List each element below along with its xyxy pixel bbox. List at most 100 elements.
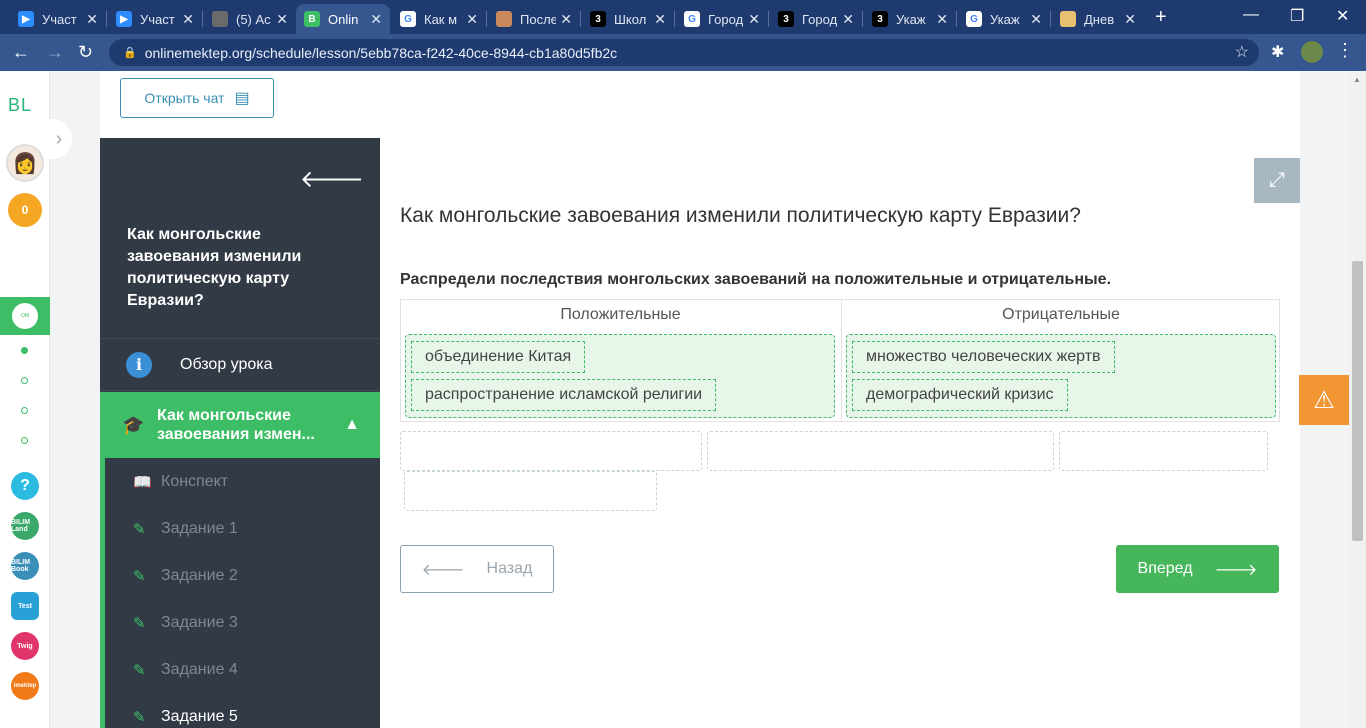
lock-icon: 🔒: [123, 47, 137, 59]
star-icon[interactable]: ☆: [1235, 42, 1249, 62]
generic-icon: [212, 11, 228, 27]
twig-icon[interactable]: Twig: [11, 632, 39, 660]
edit-icon: ✎: [133, 568, 146, 585]
google-icon: G: [400, 11, 416, 27]
test-icon[interactable]: Test: [11, 592, 39, 620]
close-window-icon[interactable]: ✕: [1336, 6, 1349, 26]
image-icon: [496, 11, 512, 27]
menu-icon[interactable]: ⋮: [1336, 40, 1354, 61]
browser-tab[interactable]: 3 Укаж ✕: [864, 4, 956, 34]
help-icon[interactable]: ?: [11, 472, 39, 500]
forward-arrow-icon[interactable]: →: [46, 42, 64, 63]
fullscreen-icon[interactable]: ⤢: [1254, 158, 1300, 203]
browser-tab[interactable]: 3 Школ ✕: [582, 4, 674, 34]
close-icon[interactable]: ✕: [182, 11, 194, 28]
coins-badge[interactable]: 0: [8, 193, 42, 227]
close-icon[interactable]: ✕: [1030, 11, 1042, 28]
nav-dot[interactable]: [21, 377, 28, 384]
empty-answer-slot[interactable]: [1059, 431, 1268, 471]
browser-tab[interactable]: ▶ Участ ✕: [10, 4, 106, 34]
subnav-item-task-1[interactable]: ✎ Задание 1: [133, 520, 238, 538]
positive-column: Положительные объединение Китая распрост…: [401, 300, 840, 421]
restore-icon[interactable]: ❐: [1290, 6, 1304, 26]
close-icon[interactable]: ✕: [1124, 11, 1136, 28]
bl-logo[interactable]: BL: [8, 95, 32, 116]
rail-expand-chevron-icon[interactable]: ›: [46, 119, 72, 159]
close-icon[interactable]: ✕: [276, 11, 288, 28]
report-warning-icon[interactable]: ⚠: [1299, 375, 1349, 425]
drop-zone-negative[interactable]: множество человеческих жертв демографиче…: [846, 334, 1276, 418]
onlinemektep-icon: OM: [12, 303, 38, 329]
subnav-item-task-5[interactable]: ✎ Задание 5: [133, 708, 238, 726]
close-icon[interactable]: ✕: [936, 11, 948, 28]
browser-tab[interactable]: G Как м ✕: [392, 4, 486, 34]
nav-dot[interactable]: [21, 347, 28, 354]
scroll-up-icon[interactable]: ▲: [1353, 75, 1361, 84]
close-icon[interactable]: ✕: [370, 11, 382, 28]
close-icon[interactable]: ✕: [842, 11, 854, 28]
draggable-answer[interactable]: множество человеческих жертв: [852, 341, 1115, 373]
drop-zone-positive[interactable]: объединение Китая распространение исламс…: [405, 334, 835, 418]
user-avatar[interactable]: 👩: [6, 144, 44, 182]
close-icon[interactable]: ✕: [466, 11, 478, 28]
arrow-right-icon: 🡒: [1214, 561, 1258, 579]
subnav-item-task-2[interactable]: ✎ Задание 2: [133, 567, 238, 585]
empty-answer-slot[interactable]: [404, 471, 657, 511]
url-text: onlinemektep.org/schedule/lesson/5ebb78c…: [144, 44, 618, 61]
nav-dot[interactable]: [21, 407, 28, 414]
new-tab-button[interactable]: +: [1155, 6, 1167, 29]
lesson-sidebar: 🡐 Как монгольские завоевания изменили по…: [100, 138, 380, 728]
collapse-arrow-icon[interactable]: 🡐: [300, 164, 364, 194]
draggable-answer[interactable]: распространение исламской религии: [411, 379, 717, 411]
arrow-left-icon: 🡐: [421, 561, 465, 579]
graduation-cap-icon: 🎓: [122, 414, 145, 435]
close-icon[interactable]: ✕: [748, 11, 760, 28]
open-chat-button[interactable]: Открыть чат ▤: [120, 78, 274, 118]
scrollbar-thumb[interactable]: [1352, 261, 1363, 541]
browser-tab[interactable]: G Город ✕: [676, 4, 768, 34]
browser-tab[interactable]: ▶ Участ ✕: [108, 4, 202, 34]
close-icon[interactable]: ✕: [560, 11, 572, 28]
empty-answer-slot[interactable]: [400, 431, 702, 471]
column-header-negative: Отрицательные: [1002, 306, 1120, 323]
znanija-icon: 3: [778, 11, 794, 27]
subnav-item-konspekt[interactable]: 📖 Конспект: [133, 473, 228, 491]
onlinemektep-icon: B: [304, 11, 320, 27]
bilimland-icon[interactable]: BILIM Land: [11, 512, 39, 540]
subnav-item-task-4[interactable]: ✎ Задание 4: [133, 661, 238, 679]
browser-tab[interactable]: G Укаж ✕: [958, 4, 1050, 34]
page: BL 👩 0 OM ? BILIM Land BILIM Book Test T…: [0, 71, 1366, 728]
next-button[interactable]: Вперед 🡒: [1116, 545, 1279, 593]
address-bar[interactable]: 🔒 onlinemektep.org/schedule/lesson/5ebb7…: [109, 39, 1259, 66]
draggable-answer[interactable]: демографический кризис: [852, 379, 1068, 411]
imektep-icon[interactable]: imektep: [11, 672, 39, 700]
browser-tab[interactable]: (5) Ас ✕: [204, 4, 296, 34]
browser-tab-active[interactable]: B Onlin ✕: [296, 4, 390, 34]
edit-icon: ✎: [133, 615, 146, 632]
active-section-item[interactable]: 🎓 Как монгольские завоевания измен... ▲: [100, 392, 380, 458]
zoom-icon: ▶: [116, 11, 132, 27]
back-arrow-icon[interactable]: ←: [12, 42, 30, 63]
onlinemektep-nav[interactable]: OM: [0, 297, 50, 335]
page-scrollbar[interactable]: ▲: [1349, 71, 1366, 728]
browser-tab[interactable]: Днев ✕: [1052, 4, 1144, 34]
lesson-overview-item[interactable]: i Обзор урока: [100, 338, 380, 391]
browser-tab[interactable]: После ✕: [488, 4, 580, 34]
lesson-title: Как монгольские завоевания изменили поли…: [127, 226, 302, 309]
browser-tab[interactable]: 3 Город ✕: [770, 4, 862, 34]
sorting-table: Положительные объединение Китая распрост…: [400, 299, 1280, 422]
draggable-answer[interactable]: объединение Китая: [411, 341, 586, 373]
reload-icon[interactable]: ↻: [78, 42, 93, 63]
bilimbook-icon[interactable]: BILIM Book: [11, 552, 39, 580]
nav-dot[interactable]: [21, 437, 28, 444]
profile-avatar[interactable]: [1301, 41, 1323, 63]
close-icon[interactable]: ✕: [86, 11, 98, 28]
back-button[interactable]: 🡐 Назад: [400, 545, 554, 593]
minimize-icon[interactable]: —: [1243, 6, 1259, 24]
edit-icon: ✎: [133, 521, 146, 538]
subnav-item-task-3[interactable]: ✎ Задание 3: [133, 614, 238, 632]
extensions-icon[interactable]: ✱: [1271, 42, 1284, 62]
close-icon[interactable]: ✕: [654, 11, 666, 28]
chat-icon: ▤: [234, 90, 250, 107]
empty-answer-slot[interactable]: [707, 431, 1054, 471]
